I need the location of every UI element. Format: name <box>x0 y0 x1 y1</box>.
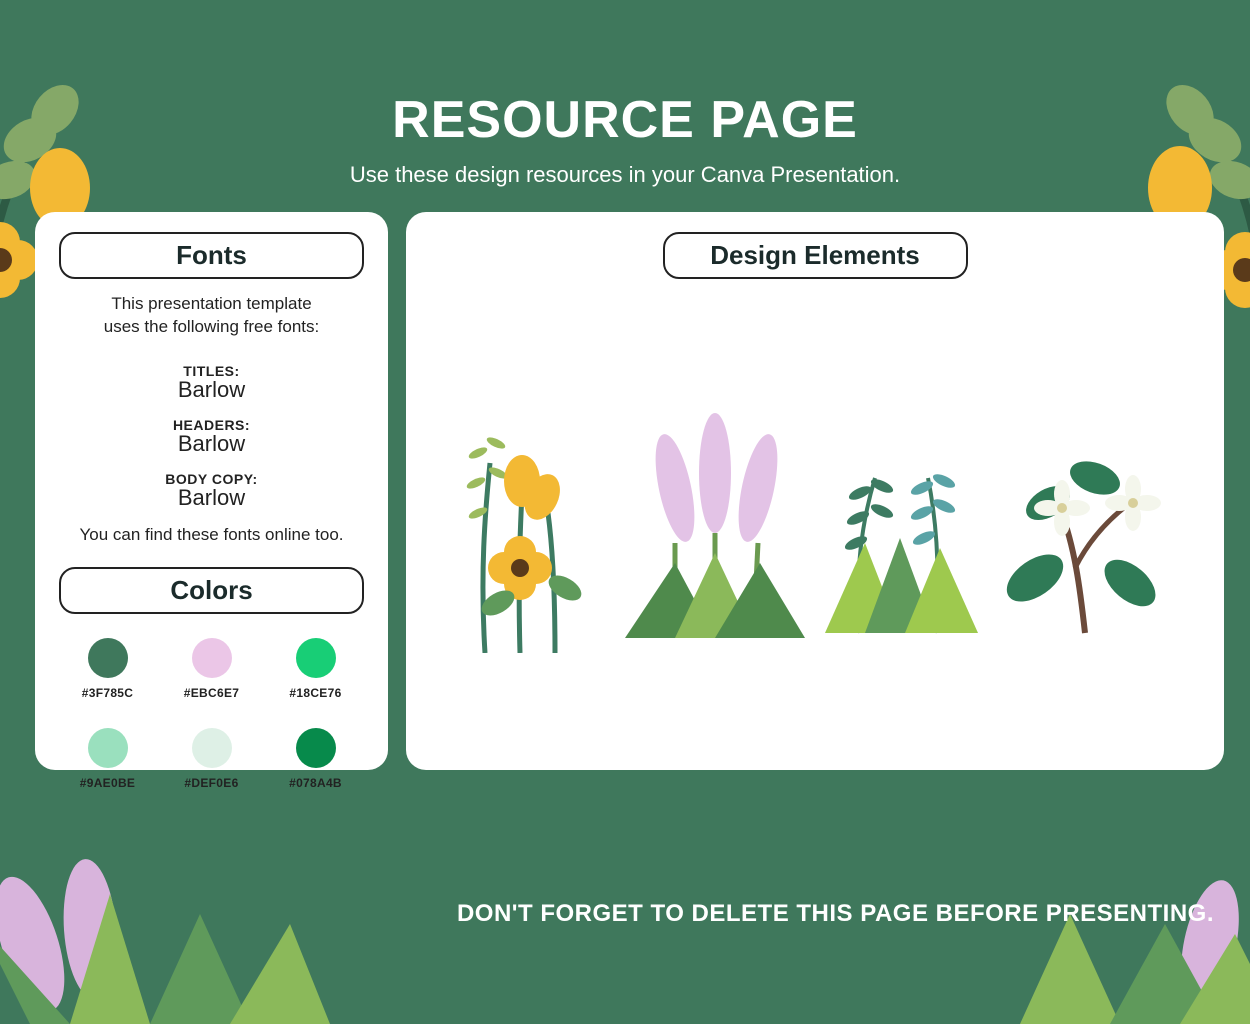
elements-pill: Design Elements <box>663 232 968 279</box>
swatch-circle <box>192 638 232 678</box>
swatch: #3F785C <box>78 638 138 700</box>
swatch-circle <box>88 728 128 768</box>
elements-area <box>430 293 1200 752</box>
swatch: #18CE76 <box>286 638 346 700</box>
white-flower-plant-icon <box>990 408 1180 638</box>
lavender-grass-icon <box>620 403 810 643</box>
swatch-hex: #DEF0E6 <box>182 776 242 790</box>
swatch-hex: #078A4B <box>286 776 346 790</box>
design-elements-card: Design Elements <box>406 212 1224 770</box>
fonts-pill: Fonts <box>59 232 364 279</box>
colors-pill: Colors <box>59 567 364 614</box>
swatch-hex: #EBC6E7 <box>182 686 242 700</box>
yellow-flower-plant-icon <box>450 393 620 653</box>
swatch-hex: #18CE76 <box>286 686 346 700</box>
swatch-hex: #3F785C <box>78 686 138 700</box>
page-subtitle: Use these design resources in your Canva… <box>0 162 1250 188</box>
fern-grass-icon <box>810 408 990 638</box>
fonts-intro: This presentation template uses the foll… <box>59 293 364 339</box>
fonts-note: You can find these fonts online too. <box>59 525 364 545</box>
swatch: #EBC6E7 <box>182 638 242 700</box>
swatch: #078A4B <box>286 728 346 790</box>
swatch: #DEF0E6 <box>182 728 242 790</box>
swatch-circle <box>192 728 232 768</box>
footer-note: DON'T FORGET TO DELETE THIS PAGE BEFORE … <box>457 900 1214 928</box>
fonts-colors-card: Fonts This presentation template uses th… <box>35 212 388 770</box>
font-block-titles: TITLES: Barlow <box>59 363 364 403</box>
swatch-circle <box>88 638 128 678</box>
swatch: #9AE0BE <box>78 728 138 790</box>
fonts-intro-line1: This presentation template <box>111 294 311 313</box>
font-name: Barlow <box>59 431 364 457</box>
font-name: Barlow <box>59 377 364 403</box>
swatch-hex: #9AE0BE <box>78 776 138 790</box>
fonts-intro-line2: uses the following free fonts: <box>104 317 319 336</box>
font-name: Barlow <box>59 485 364 511</box>
swatch-circle <box>296 638 336 678</box>
swatch-circle <box>296 728 336 768</box>
font-block-headers: HEADERS: Barlow <box>59 417 364 457</box>
corner-plant-bottom-left <box>0 764 350 1024</box>
font-block-body: BODY COPY: Barlow <box>59 471 364 511</box>
color-swatches: #3F785C #EBC6E7 #18CE76 #9AE0BE #DEF0E6 … <box>59 628 364 794</box>
page-title: RESOURCE PAGE <box>0 90 1250 150</box>
